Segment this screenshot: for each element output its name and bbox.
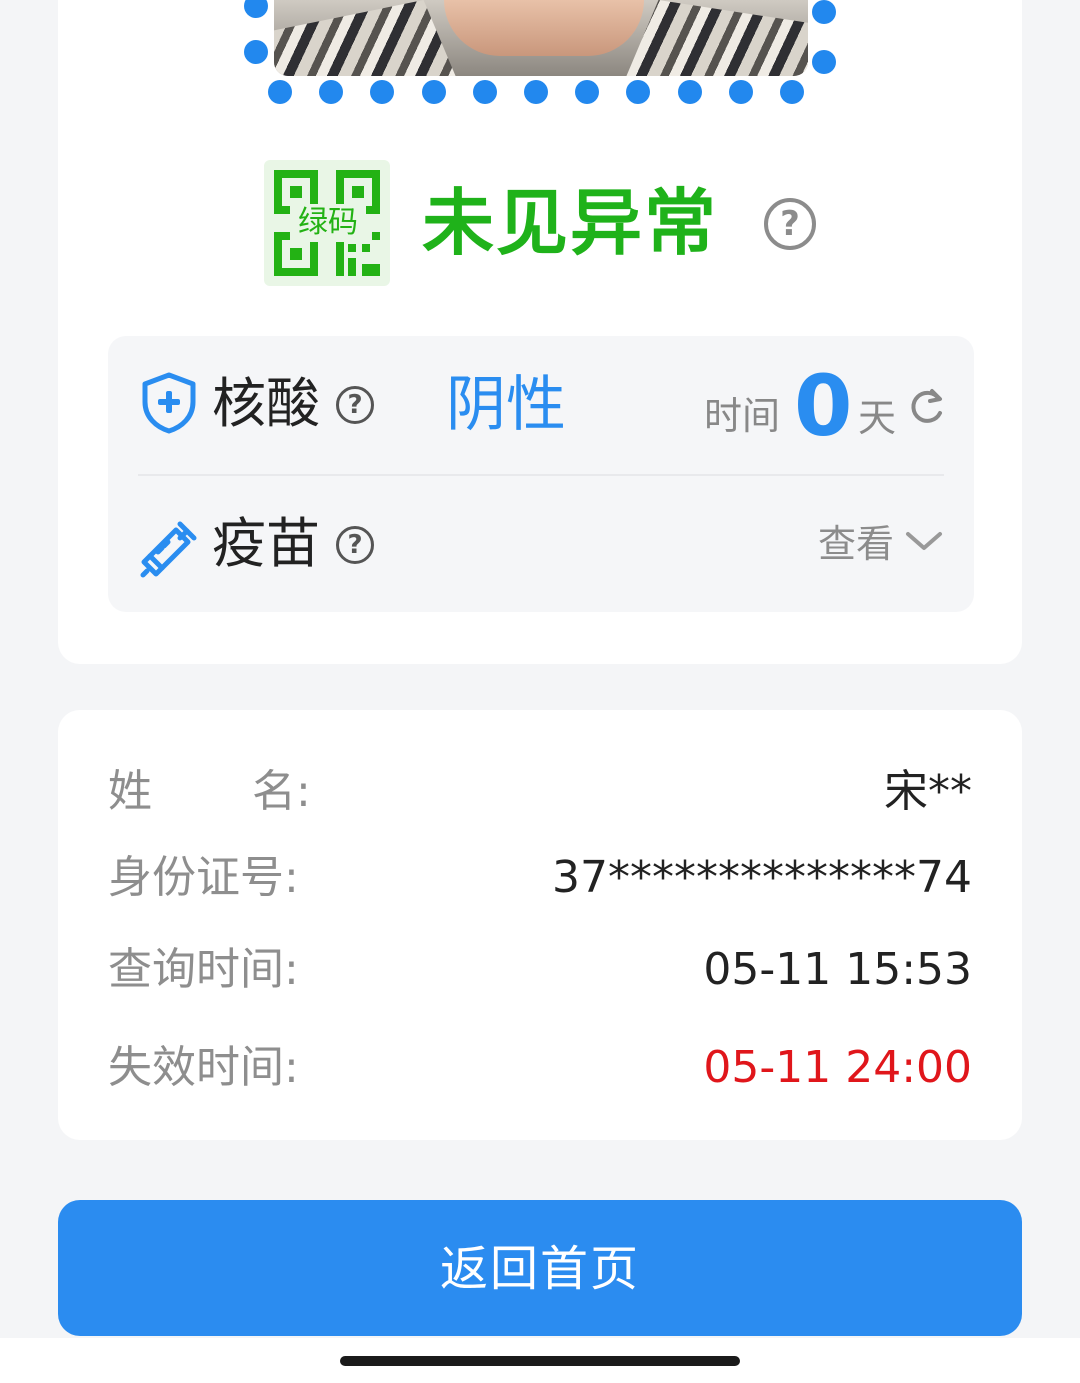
vaccine-label: 疫苗 <box>212 512 320 575</box>
frame-dot <box>268 80 292 104</box>
frame-dot <box>319 80 344 104</box>
query-time-row: 查询时间: 05-11 15:53 <box>108 940 972 1000</box>
syringe-icon <box>140 521 197 578</box>
vaccine-help-icon[interactable]: ? <box>336 526 374 564</box>
nucleic-days-count: 0 <box>794 357 853 455</box>
refresh-icon[interactable] <box>906 386 946 426</box>
frame-dot <box>244 40 268 64</box>
home-indicator[interactable] <box>340 1356 740 1366</box>
expire-time-value: 05-11 24:00 <box>703 1042 972 1093</box>
frame-dot <box>575 80 600 104</box>
user-photo <box>274 0 808 76</box>
frame-dot <box>812 50 836 74</box>
frame-dot <box>780 80 804 104</box>
frame-dot <box>812 0 836 24</box>
nucleic-row[interactable]: 核酸 ? 阴性 时间 0 天 <box>108 336 974 474</box>
personal-info-card: 姓 名: 宋** 身份证号: 37**************74 查询时间: 0… <box>58 710 1022 1140</box>
nucleic-help-icon[interactable]: ? <box>336 386 374 424</box>
green-code-qr-icon[interactable]: 绿码 <box>264 160 390 286</box>
vaccine-view-link[interactable]: 查看 <box>818 520 894 568</box>
name-row: 姓 名: 宋** <box>108 762 972 822</box>
status-help-icon[interactable]: ? <box>764 198 816 250</box>
status-text: 未见异常 <box>422 181 719 265</box>
id-row: 身份证号: 37**************74 <box>108 848 972 908</box>
frame-dot <box>728 80 753 104</box>
name-label-second: 名: <box>252 766 311 817</box>
name-value: 宋** <box>884 766 972 817</box>
name-label-first: 姓 <box>108 766 152 817</box>
frame-dot <box>472 80 497 104</box>
frame-dot <box>677 80 702 104</box>
frame-dot <box>421 80 446 104</box>
chevron-down-icon[interactable] <box>904 526 944 556</box>
code-color-label: 绿码 <box>290 204 366 242</box>
nucleic-label: 核酸 <box>212 372 320 435</box>
query-time-value: 05-11 15:53 <box>703 944 972 995</box>
frame-dot <box>524 80 548 104</box>
nucleic-time-label: 时间 <box>704 394 781 438</box>
id-label: 身份证号: <box>108 852 299 903</box>
shield-plus-icon <box>142 372 196 434</box>
id-value: 37**************74 <box>552 852 972 903</box>
query-time-label: 查询时间: <box>108 944 299 995</box>
nucleic-days-unit: 天 <box>858 396 897 440</box>
name-label: 姓 名: <box>108 762 311 822</box>
test-vaccine-panel: 核酸 ? 阴性 时间 0 天 疫苗 ? 查看 <box>108 336 974 612</box>
expire-time-label: 失效时间: <box>108 1042 299 1093</box>
return-home-button[interactable]: 返回首页 <box>58 1200 1022 1336</box>
expire-time-row: 失效时间: 05-11 24:00 <box>108 1038 972 1098</box>
nucleic-result: 阴性 <box>446 370 566 440</box>
